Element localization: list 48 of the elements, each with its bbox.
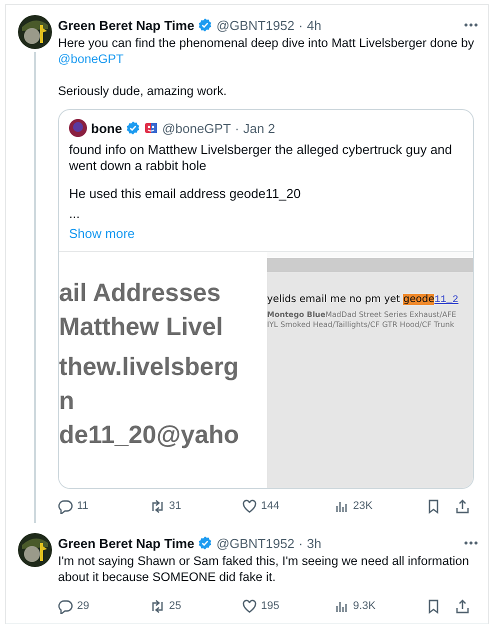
quoted-tweet-card[interactable] (58, 109, 474, 489)
author-name[interactable]: Green Beret Nap Time (58, 536, 194, 550)
tweet-text: I'm not saying Shawn or Sam faked this, I'm seeing we need all information about it because SOMEONE did fake it. (58, 553, 470, 585)
dot-separator: · (234, 120, 240, 136)
document-text: Matthew Livel (59, 312, 223, 342)
tweet-text: Seriously dude, amazing work. (58, 83, 228, 99)
avatar[interactable] (18, 533, 52, 567)
heart-icon[interactable] (242, 598, 257, 614)
author-name[interactable]: Green Beret Nap Time (58, 18, 194, 32)
tweet-text: Here you can find the phenomenal deep dive into Matt Livelsberger done by @boneGPT (58, 35, 476, 67)
reply-icon[interactable] (58, 598, 73, 614)
count-label: 9.3K (353, 600, 376, 612)
document-text: n (59, 386, 74, 416)
count-label: 195 (261, 600, 280, 612)
bookmark-icon[interactable] (426, 498, 441, 514)
bookmark-icon[interactable] (426, 598, 441, 614)
author-handle[interactable]: @GBNT1952 (216, 18, 295, 32)
quoted-tweet-text: He used this email address geode11_20 (69, 186, 302, 202)
author-handle[interactable]: @boneGPT (162, 120, 231, 136)
quoted-tweet-text: found info on Matthew Livelsberger the alleged cybertruck guy and went down a rabbit hole (69, 142, 454, 174)
author-name[interactable]: bone (91, 120, 122, 136)
document-text: ail Addresses (59, 278, 221, 308)
count-label: 25 (169, 600, 182, 612)
count-label: 31 (169, 500, 182, 512)
dot-separator: · (298, 536, 303, 550)
timestamp[interactable]: 3h (306, 536, 322, 550)
forum-post-text: yelids email me no pm yet geode11_2 (267, 294, 458, 306)
more-icon[interactable] (464, 541, 478, 545)
share-icon[interactable] (455, 598, 470, 614)
repost-icon[interactable] (150, 498, 165, 514)
timestamp[interactable]: Jan 2 (243, 120, 276, 136)
count-label: 23K (353, 500, 373, 512)
reply-icon[interactable] (58, 498, 73, 514)
repost-icon[interactable] (150, 598, 165, 614)
author-handle[interactable]: @GBNT1952 (216, 536, 295, 550)
timestamp[interactable]: 4h (306, 18, 322, 32)
count-label: 29 (77, 600, 90, 612)
document-text: de11_20@yaho (59, 420, 240, 450)
count-label: 144 (261, 500, 280, 512)
document-text: thew.livelsberg (59, 352, 239, 382)
dot-separator: · (298, 18, 303, 32)
count-label: 11 (77, 500, 88, 512)
heart-icon[interactable] (242, 498, 257, 514)
avatar[interactable] (69, 119, 87, 137)
quoted-tweet-text: ... (69, 206, 81, 222)
share-icon[interactable] (455, 498, 470, 514)
avatar[interactable] (18, 15, 52, 49)
more-icon[interactable] (464, 23, 478, 27)
